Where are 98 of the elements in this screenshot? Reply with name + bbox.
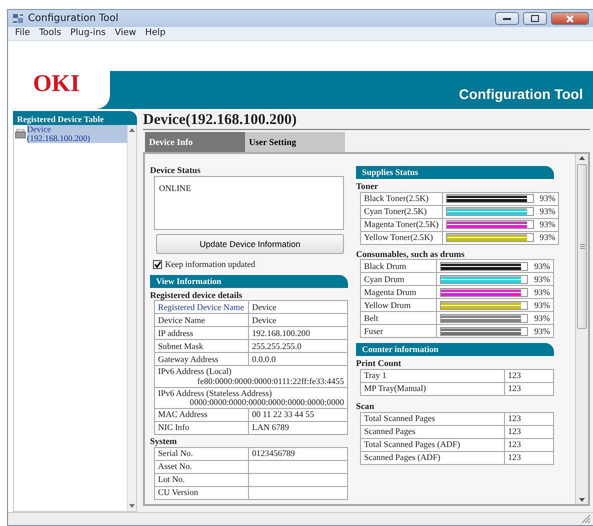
field-value: 0.0.0.0 [248,352,348,366]
tab[interactable]: Device Info [145,132,245,152]
field-value: Device [248,314,348,327]
supply-name: Magenta Toner(2.5K) [360,218,442,232]
field-label: MAC Address [154,408,248,422]
scrollbar-track[interactable] [127,125,136,512]
close-button[interactable] [551,12,589,26]
minimize-icon [503,17,511,20]
status-field[interactable]: ONLINE [154,176,344,230]
field-value: Device [248,300,348,314]
device-list-item[interactable]: Device (192.168.100.200) [27,125,127,143]
section-header: View Information [150,274,348,288]
supply-name: Yellow Toner(2.5K) [360,231,442,244]
scroll-up-icon[interactable] [579,156,585,160]
device-heading: Device(192.168.100.200) [143,111,590,130]
counter-value: 123 [504,438,554,452]
logo: OKI [33,72,80,96]
menu-item[interactable]: Help [145,26,166,40]
scroll-down-icon[interactable] [129,504,135,508]
section-label: Registered device details [150,290,244,300]
counter-value: 123 [504,451,554,464]
section-header: Supplies Status [356,166,554,179]
counter-value: 123 [504,382,554,396]
field-label: IP address [154,326,248,340]
sidebar-header: Registered Device Table [13,111,137,126]
level-reading: 93% [531,286,554,299]
window-title: Configuration Tool [28,12,120,26]
supply-name: Yellow Drum [360,298,437,312]
supply-name: Cyan Toner(2.5K) [360,205,442,218]
printer-icon [15,129,26,140]
supply-name: Black Toner(2.5K) [360,192,442,206]
menu-item[interactable]: Tools [39,26,62,40]
supply-name: Belt [360,312,437,325]
level-reading: 93% [536,192,559,206]
field-label: Serial No. [154,447,248,460]
field-value: 255.255.255.0 [248,340,348,353]
supply-name: Fuser [360,324,437,338]
scroll-down-icon[interactable] [579,498,585,502]
field-label: CU Version [154,486,248,500]
supply-name: Black Drum [360,260,437,273]
minimize-button[interactable] [495,12,519,26]
level-reading: 93% [536,205,559,218]
section-label: Toner [356,182,380,191]
level-reading: 93% [531,312,554,325]
section-label: Device Status [150,166,202,175]
checkbox-label: Keep information updated [165,260,256,269]
scrollbar-track[interactable] [575,154,588,504]
field-label: Gateway Address [154,352,248,366]
maximize-icon [531,15,539,22]
level-reading: 93% [531,298,554,312]
section-label: System [150,436,178,446]
maximize-button[interactable] [523,12,547,26]
field-label: Subnet Mask [154,340,248,353]
supply-name: Magenta Drum [360,286,437,299]
section-header: Counter information [356,343,554,356]
section-label: Scan [356,402,376,411]
counter-value: 123 [504,412,554,426]
field-label: IPv6 Address (Local) [158,366,232,376]
section-label: Consumables, such as drums [356,250,466,258]
field-label: Lot No. [154,473,248,486]
close-icon [566,14,574,23]
update-button[interactable]: Update Device Information [156,234,344,254]
field-value: fe80:0000:0000:0000:0111:22ff:fe33:4455 [196,376,344,386]
level-reading: 93% [536,231,559,244]
menu-item[interactable]: View [114,26,136,40]
banner-title: Configuration Tool [458,85,583,104]
level-reading: 93% [536,218,559,232]
counter-label: Tray 1 [360,369,504,382]
section-label: Print Count [356,358,402,368]
counter-label: Total Scanned Pages (ADF) [360,438,504,452]
field-value: 0123456789 [248,447,348,460]
counter-label: Scanned Pages (ADF) [360,451,504,464]
field-label: Asset No. [154,460,248,474]
level-reading: 93% [531,260,554,273]
counter-label: MP Tray(Manual) [360,382,504,396]
counter-label: Scanned Pages [360,425,504,438]
scroll-up-icon[interactable] [129,128,135,132]
field-label: IPv6 Address (Stateless Address) [158,388,272,398]
level-reading: 93% [531,324,554,338]
counter-value: 123 [504,369,554,382]
supply-name: Cyan Drum [360,272,437,286]
scrollbar-thumb[interactable] [577,164,587,330]
field-value: 00 11 22 33 44 55 [248,408,348,422]
app-icon [12,13,24,24]
counter-label: Total Scanned Pages [360,412,504,426]
level-reading: 93% [531,272,554,286]
tab[interactable]: User Setting [245,132,345,152]
menu-item[interactable]: Plug-ins [70,26,106,40]
resize-grip-icon[interactable] [581,514,591,524]
field-value: 0000:0000:0000:0000:0000:0000:0000:0000 [188,398,344,407]
field-link[interactable]: Registered Device Name [154,300,248,314]
counter-value: 123 [504,425,554,438]
menu-item[interactable]: File [15,26,30,40]
field-label: NIC Info [154,421,248,434]
field-label: Device Name [154,314,248,327]
field-value: LAN 6789 [248,421,348,434]
checkbox[interactable] [153,260,162,269]
field-value: 192.168.100.200 [248,326,348,340]
